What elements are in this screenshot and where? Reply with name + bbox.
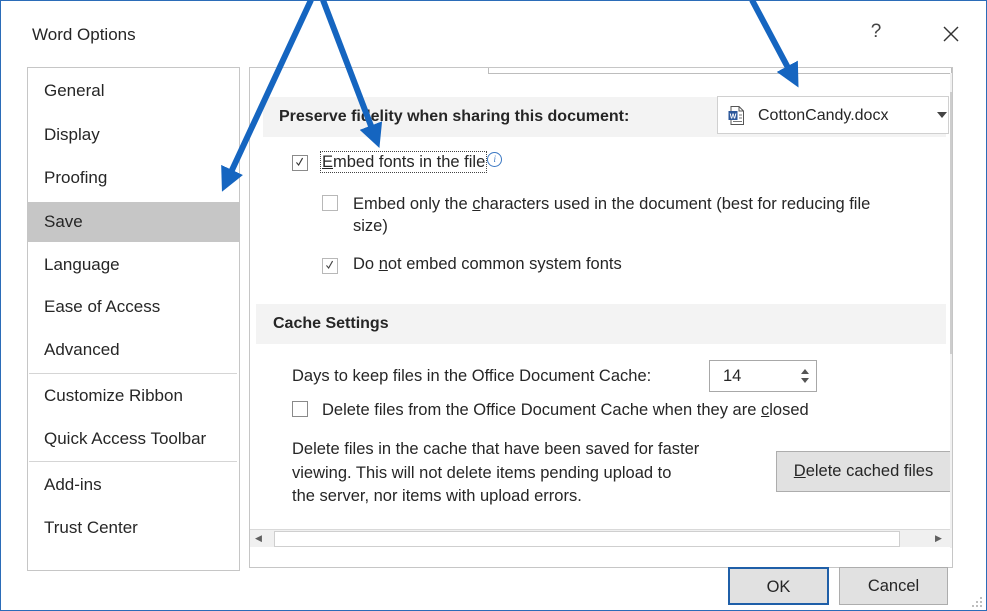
no-common-fonts-checkbox[interactable] [322,258,338,274]
word-doc-icon: W [728,106,744,125]
embed-only-line1-post: haracters used in the document (best for… [480,195,871,213]
options-nav: General Display Proofing Save Language E… [27,67,240,571]
no-common-accel: n [378,255,388,273]
no-common-fonts-label[interactable]: Do not embed common system fonts [353,255,622,274]
info-icon[interactable]: i [487,152,503,167]
embed-fonts-checkbox[interactable] [292,155,308,171]
cache-days-value[interactable]: 14 [723,367,741,386]
scroll-right-icon[interactable]: ▶ [930,529,947,546]
vertical-scroll-thumb[interactable] [950,92,952,354]
embed-fonts-text: mbed fonts in the file [333,153,486,171]
embed-fonts-accel: E [322,153,334,171]
scroll-down-icon[interactable]: ▼ [950,501,952,518]
options-content-pane: Preserve fidelity when sharing this docu… [249,67,953,568]
scroll-up-icon[interactable]: ▲ [950,74,952,91]
nav-item-language[interactable]: Language [28,245,239,285]
no-common-pre: Do [353,255,379,273]
checkmark-icon [326,260,333,270]
document-select[interactable]: W CottonCandy.docx [717,96,949,134]
delete-on-close-post: losed [769,401,809,419]
embed-only-accel: c [472,195,481,213]
cache-description-line: Delete files in the cache that have been… [292,440,700,458]
nav-item-proofing[interactable]: Proofing [28,158,239,198]
cache-description: Delete files in the cache that have been… [292,438,699,509]
cache-days-label: Days to keep files in the Office Documen… [292,367,652,385]
cancel-button[interactable]: Cancel [839,567,948,605]
no-common-post: ot embed common system fonts [387,255,622,273]
nav-item-advanced[interactable]: Advanced [28,330,239,370]
delete-cached-text: elete cached files [805,462,934,480]
cache-section-header: Cache Settings [256,304,946,344]
delete-on-close-pre: Delete files from the Office Document Ca… [322,401,761,419]
scrollbar-corner [950,529,952,546]
embed-only-line2: size) [353,217,388,235]
previous-section-edge [488,68,952,74]
cache-days-spinner[interactable]: 14 [709,360,817,392]
close-button[interactable] [937,20,965,48]
delete-on-close-label[interactable]: Delete files from the Office Document Ca… [322,401,809,420]
nav-divider [29,461,237,462]
resize-grip-icon[interactable] [971,596,983,608]
nav-item-general[interactable]: General [28,71,239,111]
document-name: CottonCandy.docx [758,107,889,124]
title-bar: Word Options ? [1,1,986,63]
spin-down-icon[interactable] [801,378,809,383]
svg-text:W: W [730,114,737,121]
chevron-down-icon [937,112,947,118]
nav-item-trust-center[interactable]: Trust Center [28,508,239,548]
word-options-dialog: Word Options ? General Display Proofing … [0,0,987,611]
delete-cached-accel: D [793,462,806,480]
nav-item-ease-of-access[interactable]: Ease of Access [28,287,239,327]
dialog-title: Word Options [32,25,136,44]
cache-description-line: viewing. This will not delete items pend… [292,463,672,482]
cache-description-line: the server, nor items with upload errors… [292,487,582,505]
delete-cached-files-button[interactable]: Delete cached files [776,451,951,492]
embed-only-characters-checkbox[interactable] [322,195,338,211]
embed-only-characters-label[interactable]: Embed only the characters used in the do… [353,193,870,237]
horizontal-scroll-thumb[interactable] [274,531,900,547]
nav-item-customize-ribbon[interactable]: Customize Ribbon [28,376,239,416]
checkmark-icon [296,157,303,167]
embed-fonts-label[interactable]: Embed fonts in the file i [319,151,503,173]
fidelity-header-label: Preserve fidelity when sharing this docu… [279,108,630,125]
ok-button[interactable]: OK [728,567,829,605]
cache-header-label: Cache Settings [273,315,389,332]
nav-item-save[interactable]: Save [28,202,239,242]
nav-item-display[interactable]: Display [28,115,239,155]
nav-item-add-ins[interactable]: Add-ins [28,465,239,505]
nav-item-quick-access-toolbar[interactable]: Quick Access Toolbar [28,419,239,459]
embed-only-line1-pre: Embed only the [353,195,473,213]
nav-divider [29,373,237,374]
close-icon [943,26,959,42]
help-button[interactable]: ? [864,21,888,43]
spin-up-icon[interactable] [801,369,809,374]
delete-on-close-accel: c [761,401,770,419]
delete-on-close-checkbox[interactable] [292,401,308,417]
scroll-left-icon[interactable]: ◀ [250,529,267,546]
